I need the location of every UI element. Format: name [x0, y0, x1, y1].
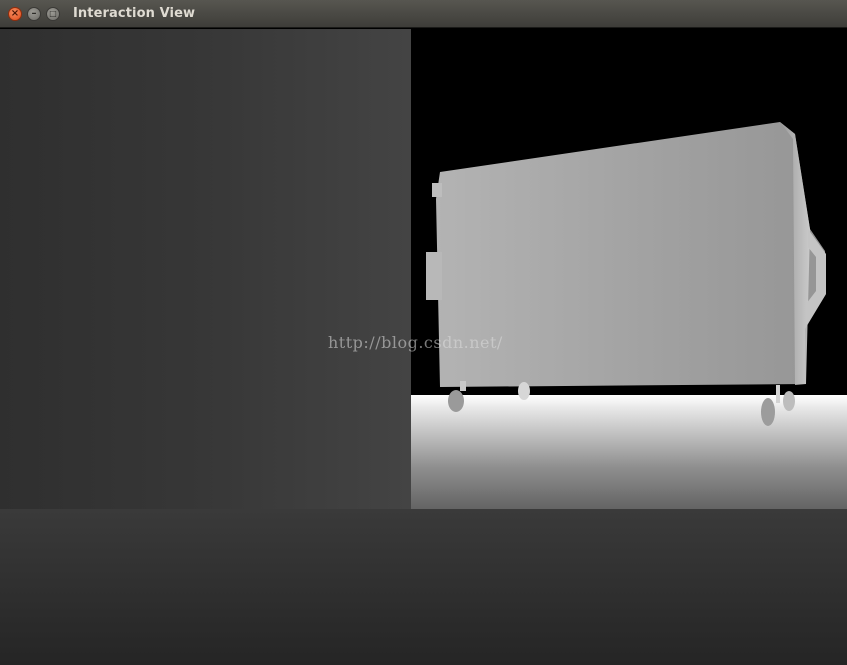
close-button[interactable]: × [8, 7, 22, 21]
title-bar[interactable]: × – □ Interaction View [0, 0, 847, 28]
maximize-icon: □ [49, 9, 57, 18]
render-viewport[interactable]: http://blog.csdn.net/ [0, 29, 847, 665]
minimize-button[interactable]: – [27, 7, 41, 21]
minimize-icon: – [31, 8, 37, 19]
watermark-text: http://blog.csdn.net/ [328, 333, 503, 352]
close-icon: × [10, 8, 20, 19]
interaction-view-window: × – □ Interaction View http://blog.csdn.… [0, 0, 847, 665]
window-title: Interaction View [73, 6, 196, 21]
maximize-button[interactable]: □ [46, 7, 60, 21]
